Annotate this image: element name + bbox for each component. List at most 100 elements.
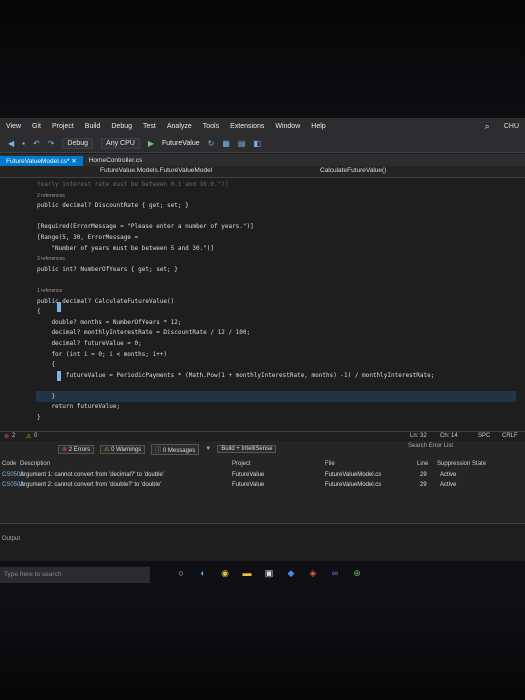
taskbar-search[interactable]: Type here to search: [0, 567, 150, 583]
info-icon: ⓘ: [155, 447, 162, 454]
error-count[interactable]: 2: [12, 433, 15, 439]
search-icon[interactable]: ⌕: [485, 121, 490, 132]
menu-build[interactable]: Build: [85, 123, 101, 130]
visual-studio-window: View Git Project Build Debug Test Analyz…: [0, 118, 525, 598]
code-editor[interactable]: Yearly interest rate must be between 0.1…: [0, 178, 525, 431]
code-line: {: [37, 361, 56, 369]
header-description[interactable]: Description: [20, 461, 50, 467]
menu-project[interactable]: Project: [52, 123, 74, 130]
menu-help[interactable]: Help: [311, 123, 325, 130]
task-view-icon[interactable]: ○: [175, 567, 187, 579]
comment-icon[interactable]: ▤: [238, 139, 246, 148]
menu-window[interactable]: Window: [275, 123, 300, 130]
store-icon[interactable]: ▣: [263, 567, 275, 579]
tab-label: FutureValueModel.cs*: [6, 158, 70, 165]
code-line: decimal? monthlyInterestRate = DiscountR…: [37, 329, 251, 337]
vs-code-icon[interactable]: ◆: [285, 567, 297, 579]
visual-studio-icon[interactable]: ∞: [329, 567, 341, 579]
redo-icon[interactable]: ↷: [48, 139, 55, 148]
spacing-indicator[interactable]: SPC: [478, 433, 490, 439]
account-label[interactable]: CHU: [504, 123, 519, 130]
warning-icon: ⚠: [104, 446, 110, 453]
monitor-bezel-top: [0, 0, 525, 118]
menu-git[interactable]: Git: [32, 123, 41, 130]
error-description: Argument 1: cannot convert from 'decimal…: [20, 472, 164, 478]
filter-icon[interactable]: ▼: [205, 446, 211, 452]
error-file: FutureValueModel.cs: [325, 472, 382, 478]
menu-extensions[interactable]: Extensions: [230, 123, 264, 130]
back-icon[interactable]: ◀: [8, 139, 14, 148]
search-error-list[interactable]: Search Error List: [408, 443, 453, 449]
chrome-icon[interactable]: ◉: [219, 567, 231, 579]
reference-count[interactable]: 3 references: [37, 254, 434, 265]
windows-taskbar: Type here to search ○ ◐ ◉ ▬ ▣ ◆ ◈ ∞ ⊕: [0, 561, 525, 598]
undo-icon[interactable]: ↶: [33, 139, 40, 148]
run-play-icon[interactable]: ▶: [148, 139, 154, 148]
code-line: double? months = NumberOfYears * 12;: [37, 318, 182, 326]
error-line: 29: [420, 472, 427, 478]
refresh-icon[interactable]: ↻: [208, 139, 215, 148]
line-indicator: Ln: 32: [410, 433, 427, 439]
messages-filter-button[interactable]: ⓘ 0 Messages: [151, 443, 200, 455]
class-dropdown[interactable]: FutureValue.Models.FutureValueModel: [100, 167, 212, 174]
reference-count[interactable]: 2 references: [37, 191, 434, 202]
output-label[interactable]: Output: [2, 536, 20, 542]
header-project[interactable]: Project: [232, 461, 251, 467]
code-line: }: [37, 392, 56, 400]
edge-icon[interactable]: ◐: [197, 567, 209, 579]
error-project: FutureValue: [232, 472, 265, 478]
reference-count[interactable]: 1 reference: [37, 286, 434, 297]
scope-dropdown[interactable]: Build + IntelliSense: [217, 445, 277, 453]
errors-filter-button[interactable]: ⊗ 2 Errors: [58, 444, 95, 454]
monitor-bezel-bottom: [0, 598, 525, 700]
config-dropdown[interactable]: Debug: [62, 138, 94, 149]
warnings-filter-label: 0 Warnings: [111, 446, 142, 453]
tool-icon[interactable]: ▦: [222, 139, 230, 148]
member-dropdown[interactable]: CalculateFutureValue(): [320, 167, 386, 174]
error-line: 29: [420, 482, 427, 488]
code-text[interactable]: Yearly interest rate must be between 0.1…: [37, 180, 434, 424]
errors-filter-label: 2 Errors: [68, 446, 91, 453]
tab-homecontroller[interactable]: HomeController.cs: [83, 156, 148, 166]
code-line: [Required(ErrorMessage = "Please enter a…: [37, 223, 254, 231]
bookmark-icon[interactable]: ◧: [253, 139, 261, 148]
menu-tools[interactable]: Tools: [203, 123, 219, 130]
xbox-icon[interactable]: ⊕: [351, 567, 363, 579]
header-suppression[interactable]: Suppression State: [437, 461, 486, 467]
warning-count-icon[interactable]: ⚠: [26, 433, 31, 440]
error-state: Active: [440, 482, 457, 488]
error-list-panel: ⊗ 2 Errors ⚠ 0 Warnings ⓘ 0 Messages ▼ B…: [0, 441, 525, 523]
header-code[interactable]: Code: [2, 461, 16, 467]
menu-view[interactable]: View: [6, 123, 21, 130]
error-description: Argument 2: cannot convert from 'double?…: [20, 482, 162, 488]
save-icon[interactable]: ▪: [22, 139, 25, 148]
run-target-button[interactable]: FutureValue: [162, 140, 200, 147]
code-line: public decimal? CalculateFutureValue(): [37, 297, 175, 305]
menu-right: ⌕ CHU: [485, 121, 519, 132]
close-icon[interactable]: ✕: [71, 158, 76, 165]
file-explorer-icon[interactable]: ▬: [241, 567, 253, 579]
git-icon[interactable]: ◈: [307, 567, 319, 579]
menu-bar: View Git Project Build Debug Test Analyz…: [0, 118, 525, 135]
tab-futurevaluemodel[interactable]: FutureValueModel.cs* ✕: [0, 156, 83, 166]
line-ending-indicator[interactable]: CRLF: [502, 433, 518, 439]
error-count-icon[interactable]: ⊗: [4, 433, 9, 440]
error-file: FutureValueModel.cs: [325, 482, 382, 488]
header-line[interactable]: Line: [417, 461, 428, 467]
output-panel-tab[interactable]: Output: [0, 523, 525, 562]
code-line: return futureValue;: [37, 403, 121, 411]
code-line: Yearly interest rate must be between 0.1…: [37, 181, 229, 188]
warnings-filter-button[interactable]: ⚠ 0 Warnings: [100, 444, 146, 454]
code-line: }: [37, 414, 41, 422]
header-file[interactable]: File: [325, 461, 335, 467]
menu-test[interactable]: Test: [143, 123, 156, 130]
platform-dropdown[interactable]: Any CPU: [101, 138, 140, 149]
code-line: {: [37, 308, 41, 316]
menu-analyze[interactable]: Analyze: [167, 123, 192, 130]
code-line: public decimal? DiscountRate { get; set;…: [37, 202, 189, 210]
menu-debug[interactable]: Debug: [111, 123, 132, 130]
warning-count[interactable]: 0: [34, 433, 37, 439]
